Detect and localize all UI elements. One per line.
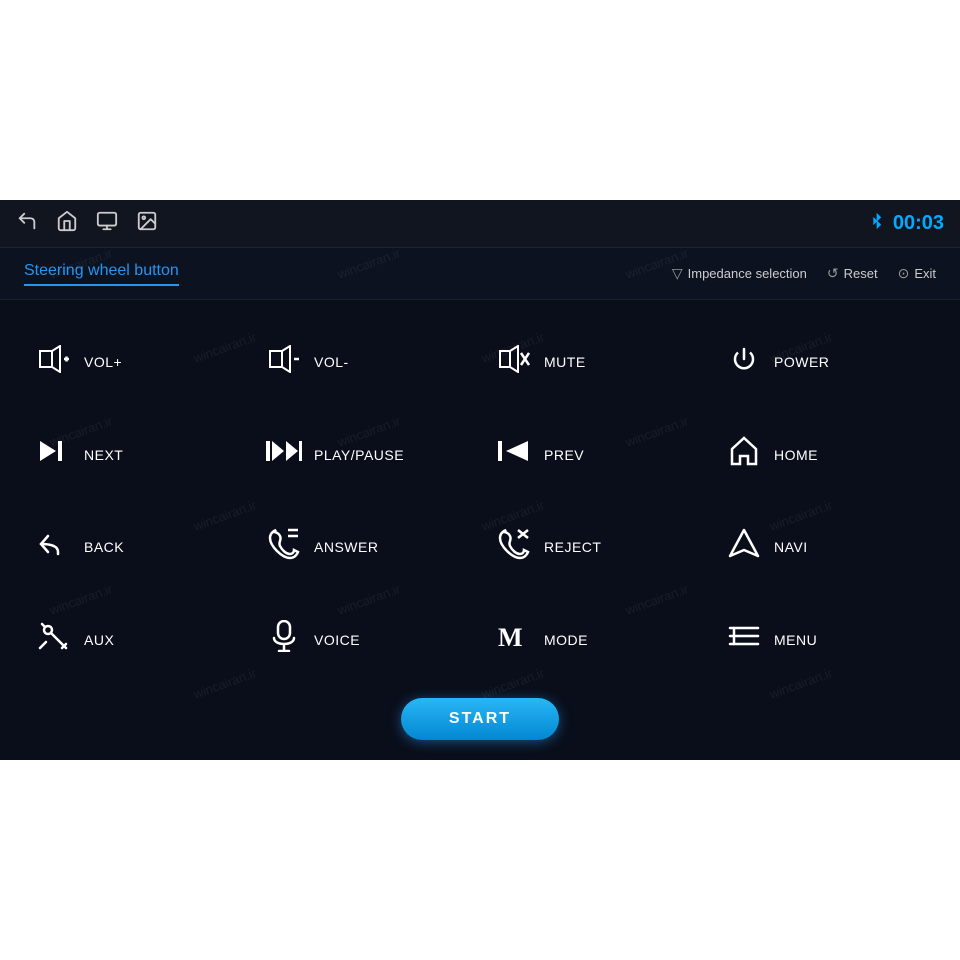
svg-text:M: M <box>498 623 523 650</box>
answer-label: ANSWER <box>314 539 378 555</box>
clock-display: 00:03 <box>893 212 944 235</box>
vol-minus-icon <box>266 345 302 380</box>
impedance-selection-button[interactable]: ▽ Impedance selection <box>672 265 807 282</box>
next-button[interactable]: NEXT <box>20 409 250 502</box>
main-screen: wincairan.ir wincairan.ir wincairan.ir w… <box>0 200 960 760</box>
power-icon <box>726 343 762 382</box>
prev-icon <box>496 437 532 472</box>
next-label: NEXT <box>84 447 123 463</box>
answer-icon <box>266 528 302 567</box>
answer-button[interactable]: ANSWER <box>250 501 480 594</box>
menu-button[interactable]: MENU <box>710 594 940 687</box>
play-pause-icon <box>266 437 302 472</box>
play-pause-label: PLAY/PAUSE <box>314 447 404 463</box>
voice-button[interactable]: VOICE <box>250 594 480 687</box>
next-icon <box>36 437 72 472</box>
aux-icon <box>36 620 72 659</box>
top-bar-right: 00:03 <box>869 211 944 236</box>
vol-plus-label: VOL+ <box>84 354 122 370</box>
back-button[interactable]: BACK <box>20 501 250 594</box>
mode-button[interactable]: M MODE <box>480 594 710 687</box>
impedance-icon: ▽ <box>672 265 683 282</box>
aux-label: AUX <box>84 632 114 648</box>
vol-plus-icon <box>36 345 72 380</box>
reject-label: REJECT <box>544 539 601 555</box>
power-label: POWER <box>774 354 829 370</box>
play-pause-button[interactable]: PLAY/PAUSE <box>250 409 480 502</box>
vol-minus-button[interactable]: VOL- <box>250 316 480 409</box>
start-row: START <box>20 690 940 744</box>
navi-label: NAVI <box>774 539 808 555</box>
navi-icon <box>726 528 762 567</box>
nav-icons <box>16 210 158 238</box>
home-nav-icon[interactable] <box>56 210 78 238</box>
impedance-label: Impedance selection <box>688 266 807 281</box>
sub-header: Steering wheel button ▽ Impedance select… <box>0 248 960 300</box>
back-icon-btn <box>36 530 72 565</box>
power-button[interactable]: POWER <box>710 316 940 409</box>
prev-button[interactable]: PREV <box>480 409 710 502</box>
mode-icon: M <box>496 622 532 657</box>
top-bar: 00:03 <box>0 200 960 248</box>
mute-label: MUTE <box>544 354 586 370</box>
home-icon <box>726 435 762 474</box>
mode-label: MODE <box>544 632 588 648</box>
sub-header-actions: ▽ Impedance selection ↺ Reset ⊙ Exit <box>672 265 936 282</box>
mute-button[interactable]: MUTE <box>480 316 710 409</box>
main-content: VOL+ VOL- <box>0 300 960 760</box>
home-label: HOME <box>774 447 818 463</box>
back-icon[interactable] <box>16 210 38 238</box>
aux-button[interactable]: AUX <box>20 594 250 687</box>
reset-icon: ↺ <box>827 265 839 282</box>
reset-label: Reset <box>844 266 878 281</box>
back-label: BACK <box>84 539 124 555</box>
reject-icon <box>496 528 532 567</box>
exit-icon: ⊙ <box>898 265 910 282</box>
voice-label: VOICE <box>314 632 360 648</box>
screenshot-icon[interactable] <box>136 210 158 238</box>
prev-label: PREV <box>544 447 584 463</box>
mute-icon <box>496 345 532 380</box>
reject-button[interactable]: REJECT <box>480 501 710 594</box>
buttons-grid: VOL+ VOL- <box>20 316 940 686</box>
home-button[interactable]: HOME <box>710 409 940 502</box>
menu-icon <box>726 622 762 657</box>
exit-label: Exit <box>914 266 936 281</box>
start-button[interactable]: START <box>401 698 559 740</box>
vol-plus-button[interactable]: VOL+ <box>20 316 250 409</box>
page-title: Steering wheel button <box>24 262 179 286</box>
reset-button[interactable]: ↺ Reset <box>827 265 878 282</box>
menu-label: MENU <box>774 632 817 648</box>
navi-button[interactable]: NAVI <box>710 501 940 594</box>
vol-minus-label: VOL- <box>314 354 349 370</box>
recent-icon[interactable] <box>96 210 118 238</box>
voice-icon <box>266 620 302 659</box>
exit-button[interactable]: ⊙ Exit <box>898 265 936 282</box>
bluetooth-icon <box>869 211 885 236</box>
